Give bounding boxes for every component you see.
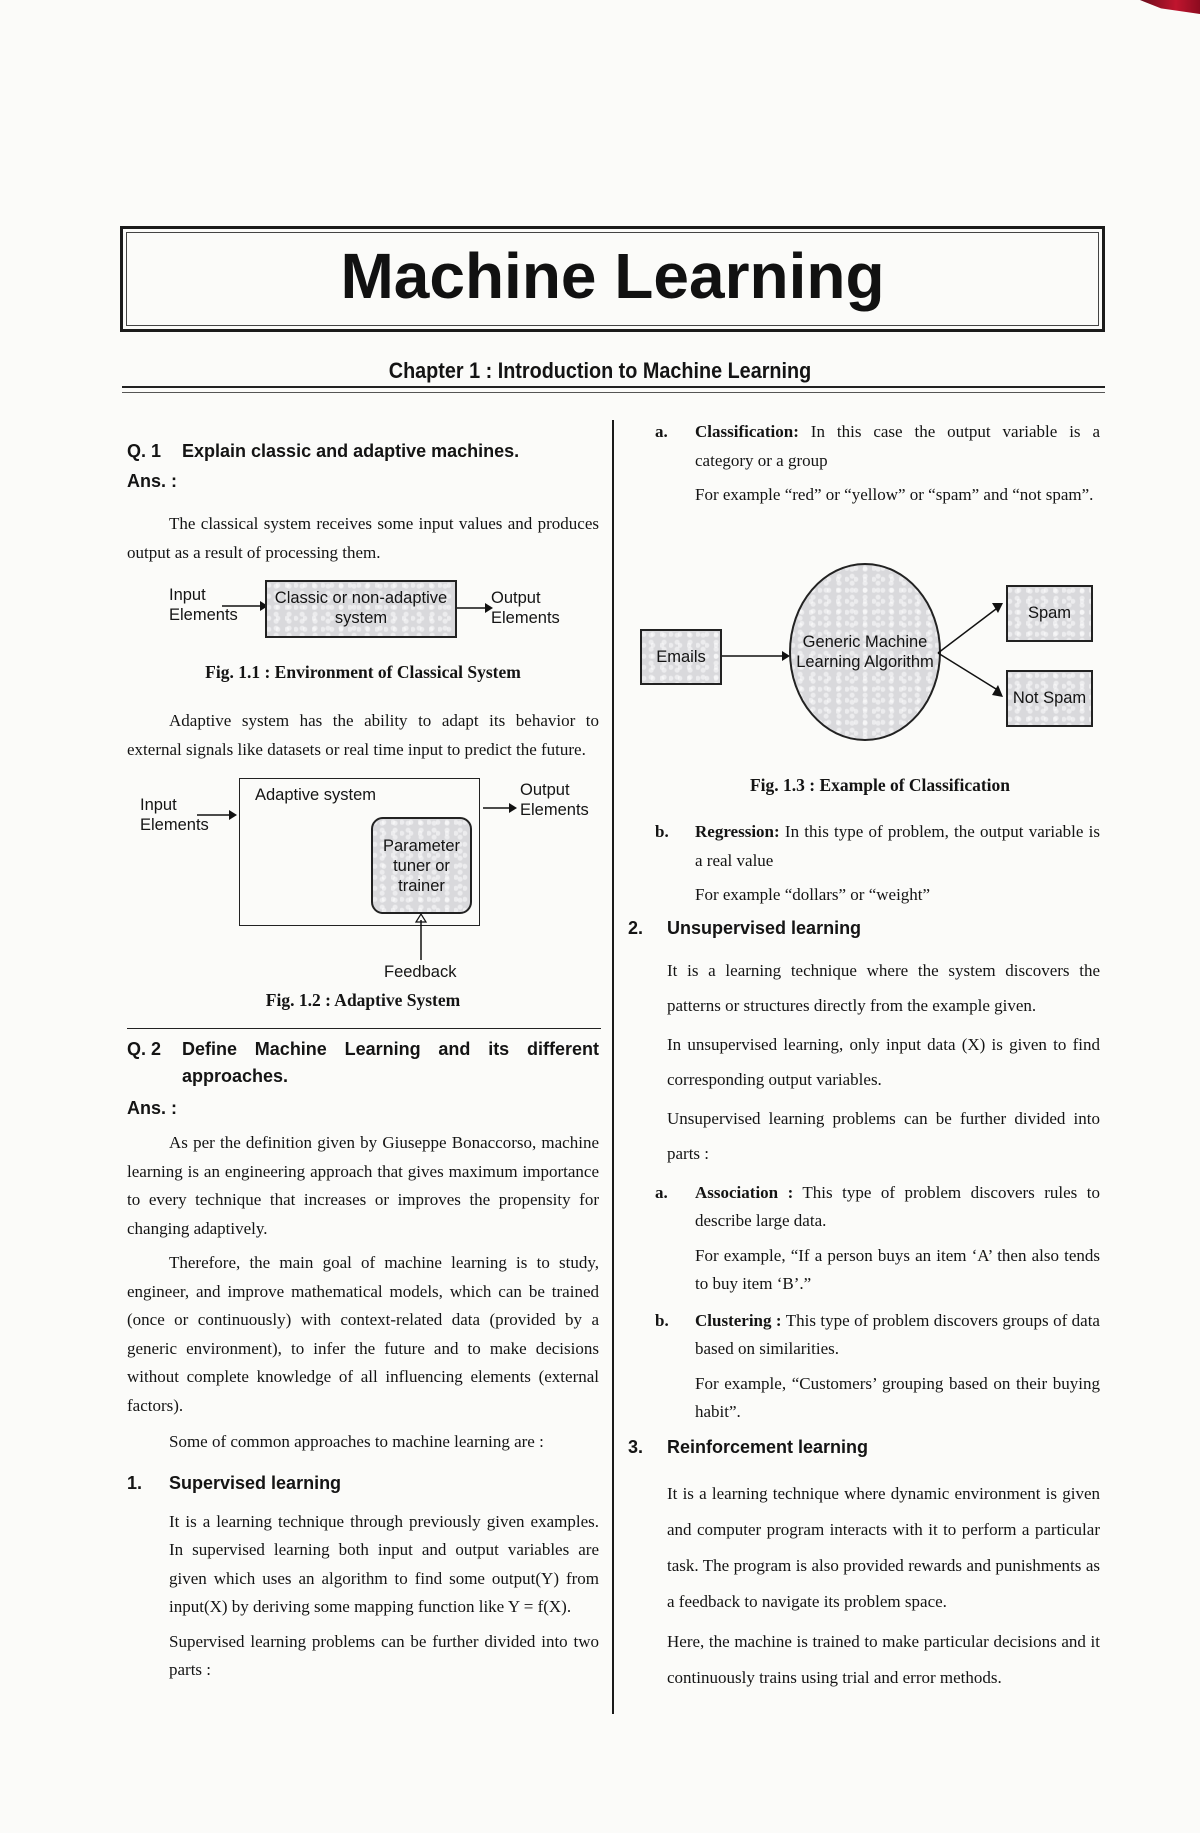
book-title: Machine Learning bbox=[340, 240, 885, 312]
item-text: Association : This type of problem disco… bbox=[695, 1179, 1100, 1236]
question-text: Explain classic and adaptive machines. bbox=[182, 441, 520, 461]
question-number: Q. 2 bbox=[127, 1039, 162, 1059]
item-letter: a. bbox=[655, 422, 668, 441]
section-reinforcement-heading: 3. Reinforcement learning bbox=[628, 1437, 1100, 1458]
fig1-input-arrow bbox=[222, 601, 268, 611]
fig3-not-spam-box: Not Spam bbox=[1006, 670, 1093, 727]
question-number: Q. 1 bbox=[127, 441, 162, 461]
unsupervised-body: It is a learning technique where the sys… bbox=[667, 953, 1100, 1171]
left-column: Q. 1 Explain classic and adaptive machin… bbox=[127, 438, 599, 567]
question-text: Define Machine Learning and its differen… bbox=[182, 1036, 599, 1090]
paragraph: Adaptive system has the ability to adapt… bbox=[127, 711, 599, 759]
fig2-caption: Fig. 1.2 : Adaptive System bbox=[265, 990, 461, 1010]
fig3-input-arrow bbox=[722, 651, 790, 661]
question-separator bbox=[127, 1028, 601, 1029]
clustering-item: b. Clustering : This type of problem dis… bbox=[655, 1307, 1100, 1427]
fig1-classic-system-box: Classic or non-adaptive system bbox=[265, 580, 457, 638]
paragraph: As per the definition given by Giuseppe … bbox=[127, 1133, 599, 1238]
fig1-output-arrow bbox=[457, 603, 493, 613]
paragraph: It is a learning technique where dynamic… bbox=[667, 1483, 1100, 1611]
box-line: Classic or non-adaptive bbox=[274, 589, 448, 607]
label-line: Elements bbox=[491, 609, 560, 627]
section-title: Supervised learning bbox=[169, 1472, 342, 1493]
page-corner-mark bbox=[1140, 0, 1200, 14]
fig3-spam-box: Spam bbox=[1006, 585, 1093, 642]
item-term: Clustering : bbox=[695, 1310, 782, 1330]
question-2-block: Q. 2 Define Machine Learning and its dif… bbox=[127, 1036, 599, 1685]
answer-label: Ans. : bbox=[127, 471, 178, 491]
item-letter: a. bbox=[655, 1182, 668, 1202]
question-1: Q. 1 Explain classic and adaptive machin… bbox=[127, 438, 599, 465]
box-line: tuner or bbox=[393, 857, 450, 875]
fig3-emails-box: Emails bbox=[640, 629, 722, 685]
association-item: a. Association : This type of problem di… bbox=[655, 1179, 1100, 1299]
fig2-parameter-tuner-box: Parameter tuner or trainer bbox=[371, 817, 472, 914]
item-term: Classification: bbox=[695, 422, 799, 441]
paragraph: It is a learning technique where the sys… bbox=[667, 960, 1100, 1015]
label-line: Output bbox=[520, 781, 570, 799]
supervised-body: It is a learning technique through previ… bbox=[127, 1508, 599, 1685]
item-letter: b. bbox=[655, 822, 669, 841]
column-divider bbox=[612, 420, 614, 1714]
section-supervised-heading: 1. Supervised learning bbox=[127, 1473, 599, 1494]
item-example: For example, “If a person buys an item ‘… bbox=[695, 1245, 1100, 1294]
item-term: Association : bbox=[695, 1182, 794, 1202]
fig2-output-arrow bbox=[483, 803, 517, 813]
paragraph: In unsupervised learning, only input dat… bbox=[667, 1034, 1100, 1089]
paragraph: Here, the machine is trained to make par… bbox=[667, 1631, 1100, 1687]
paragraph: Unsupervised learning problems can be fu… bbox=[667, 1108, 1100, 1163]
fig1-output-label: Output Elements bbox=[491, 588, 560, 628]
classification-item: a. Classification: In this case the outp… bbox=[655, 418, 1100, 510]
fig1-caption: Fig. 1.1 : Environment of Classical Syst… bbox=[205, 662, 521, 682]
label-line: Elements bbox=[520, 801, 589, 819]
paragraph: Therefore, the main goal of machine lear… bbox=[127, 1253, 599, 1415]
fig2-feedback-arrow bbox=[414, 912, 428, 960]
section-title: Reinforcement learning bbox=[667, 1436, 869, 1457]
paragraph: Supervised learning problems can be furt… bbox=[169, 1631, 599, 1680]
item-text: Clustering : This type of problem discov… bbox=[695, 1307, 1100, 1364]
paragraph: It is a learning technique through previ… bbox=[169, 1511, 599, 1617]
item-example: For example “dollars” or “weight” bbox=[695, 885, 931, 904]
box-line: system bbox=[334, 609, 388, 627]
item-term: Regression: bbox=[695, 822, 780, 841]
question-line: approaches. bbox=[182, 1066, 289, 1086]
fig2-feedback-label: Feedback bbox=[384, 963, 457, 981]
fig2-output-label: Output Elements bbox=[520, 780, 589, 820]
fig3-output-arrows bbox=[937, 603, 1003, 697]
box-line: Parameter bbox=[382, 837, 461, 855]
item-letter: b. bbox=[655, 1310, 669, 1330]
question-2: Q. 2 Define Machine Learning and its dif… bbox=[127, 1036, 599, 1090]
section-title: Unsupervised learning bbox=[667, 917, 862, 938]
label-line: Output bbox=[491, 589, 541, 607]
item-text: Regression: In this type of problem, the… bbox=[695, 818, 1100, 875]
question-line: Define Machine Learning and its differen… bbox=[182, 1039, 599, 1059]
circle-line: Generic Machine bbox=[802, 633, 928, 651]
answer-label: Ans. : bbox=[127, 1098, 178, 1118]
book-title-box: Machine Learning bbox=[120, 226, 1105, 332]
box-line: trainer bbox=[398, 877, 445, 895]
item-text: Classification: In this case the output … bbox=[695, 418, 1100, 475]
paragraph: The classical system receives some input… bbox=[127, 514, 599, 562]
reinforcement-body: It is a learning technique where dynamic… bbox=[667, 1476, 1100, 1696]
adaptive-system-label: Adaptive system bbox=[255, 786, 377, 804]
right-column-top: a. Classification: In this case the outp… bbox=[655, 418, 1100, 510]
fig2-input-arrow bbox=[197, 810, 237, 820]
section-unsupervised-heading: 2. Unsupervised learning bbox=[628, 918, 1100, 939]
paragraph: Some of common approaches to machine lea… bbox=[169, 1432, 544, 1451]
item-example: For example “red” or “yellow” or “spam” … bbox=[695, 485, 1094, 504]
fig3-algorithm-circle: Generic Machine Learning Algorithm bbox=[789, 563, 941, 741]
right-column-bottom: b. Regression: In this type of problem, … bbox=[628, 818, 1100, 1696]
fig3-caption: Fig. 1.3 : Example of Classification bbox=[749, 775, 1011, 795]
chapter-title: Chapter 1 : Introduction to Machine Lear… bbox=[388, 358, 812, 383]
section-number: 3. bbox=[628, 1436, 644, 1457]
chapter-rule bbox=[122, 386, 1105, 393]
section-number: 1. bbox=[127, 1472, 143, 1493]
section-number: 2. bbox=[628, 917, 644, 938]
regression-item: b. Regression: In this type of problem, … bbox=[655, 818, 1100, 910]
item-example: For example, “Customers’ grouping based … bbox=[695, 1373, 1100, 1422]
circle-line: Learning Algorithm bbox=[796, 653, 934, 671]
